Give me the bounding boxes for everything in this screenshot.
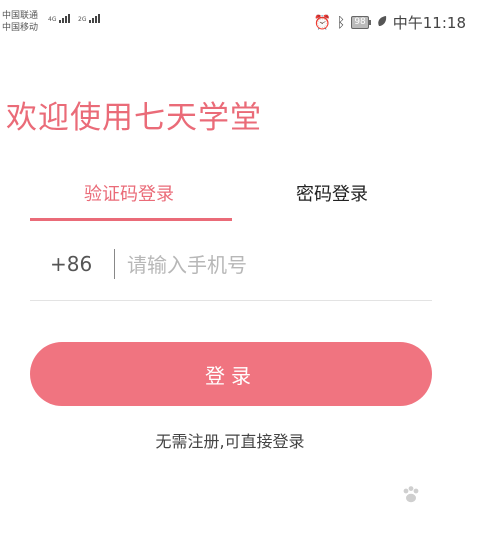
- welcome-title: 欢迎使用七天学堂: [6, 100, 262, 136]
- baidu-jingyan-watermark: [360, 484, 470, 530]
- alarm-icon: ⏰: [313, 14, 331, 31]
- signal-2-icon: 2G: [78, 14, 101, 23]
- bluetooth-icon: ᛒ: [336, 14, 346, 31]
- tab-code-login[interactable]: 验证码登录: [84, 180, 174, 206]
- phone-field: +86: [30, 240, 432, 301]
- field-divider: [114, 249, 115, 279]
- battery-level: 98: [351, 16, 369, 29]
- active-tab-indicator: [30, 218, 232, 221]
- no-register-note: 无需注册,可直接登录: [155, 432, 305, 451]
- carrier-names: 中国联通 中国移动: [2, 10, 38, 34]
- clock: 中午11:18: [392, 14, 466, 32]
- network-2-label: 2G: [78, 16, 87, 23]
- battery-icon: 98: [351, 16, 371, 29]
- leaf-icon: [377, 15, 387, 31]
- phone-input[interactable]: [125, 246, 429, 284]
- tab-password-login[interactable]: 密码登录: [296, 180, 368, 206]
- country-code-selector[interactable]: +86: [50, 252, 92, 276]
- carrier-2-name: 中国移动: [2, 23, 39, 33]
- signal-1-icon: 4G: [48, 14, 71, 23]
- status-icons: ⏰ ᛒ 98 中午11:18: [313, 12, 466, 33]
- status-bar: 中国联通 中国移动 4G 2G ⏰ ᛒ 98 中午11:18: [0, 0, 484, 44]
- network-1-label: 4G: [48, 16, 57, 23]
- paw-icon: [403, 486, 419, 503]
- login-button[interactable]: 登录: [30, 342, 432, 406]
- carrier-1-name: 中国联通: [2, 11, 39, 21]
